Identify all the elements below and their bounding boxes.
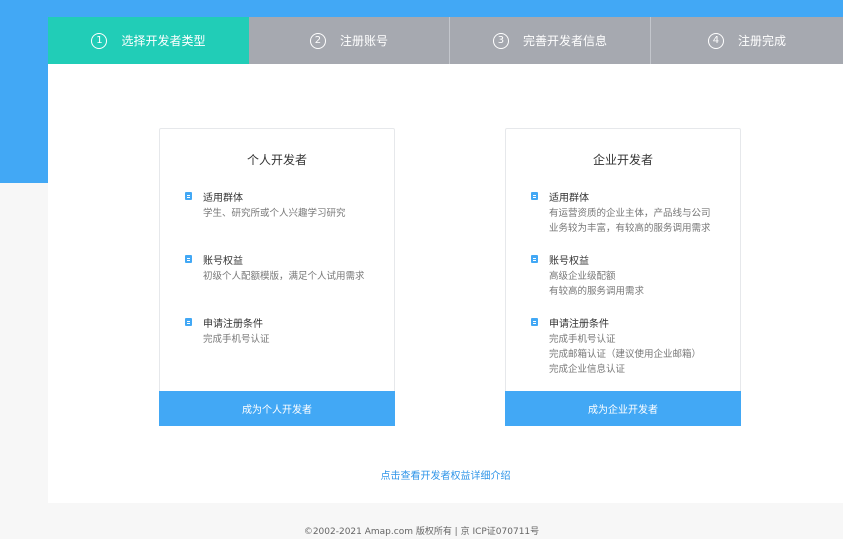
- document-icon: [531, 318, 538, 326]
- copyright-footer: ©2002-2021 Amap.com 版权所有 | 京 ICP证070711号: [303, 527, 540, 537]
- section-audience: 适用群体 学生、研究所或个人兴趣学习研究: [185, 189, 384, 221]
- document-icon: [185, 318, 192, 326]
- section-heading: 适用群体: [549, 192, 589, 204]
- section-heading: 适用群体: [203, 192, 243, 204]
- section-line: 初级个人配额模版，满足个人试用需求: [203, 271, 365, 282]
- section-line: 高级企业级配额: [549, 271, 616, 282]
- section-line: 学生、研究所或个人兴趣学习研究: [203, 208, 346, 219]
- step-label: 注册完成: [737, 34, 786, 48]
- section-benefits: 账号权益 初级个人配额模版，满足个人试用需求: [185, 252, 384, 284]
- top-banner: [0, 0, 843, 17]
- document-icon: [531, 192, 538, 200]
- step-3-complete-info: 3 完善开发者信息: [450, 17, 651, 64]
- section-benefits: 账号权益 高级企业级配额 有较高的服务调用需求: [531, 252, 730, 299]
- developer-benefits-detail-link[interactable]: 点击查看开发者权益详细介绍: [48, 467, 843, 482]
- document-icon: [185, 255, 192, 263]
- section-line: 完成手机号认证: [203, 334, 270, 345]
- step-label: 选择开发者类型: [121, 34, 206, 48]
- section-line: 完成邮箱认证（建议使用企业邮箱）: [549, 349, 702, 360]
- step-label: 完善开发者信息: [522, 34, 607, 48]
- step-1-select-type: 1 选择开发者类型: [48, 17, 249, 64]
- step-progress-bar: 1 选择开发者类型 2 注册账号 3 完善开发者信息 4 注册完成: [48, 17, 843, 64]
- section-line: 完成手机号认证: [549, 334, 616, 345]
- enterprise-developer-card: 企业开发者 适用群体 有运营资质的企业主体，产品线与公司 业务较为丰富，有较高的…: [505, 128, 741, 426]
- become-personal-developer-button[interactable]: 成为个人开发者: [159, 391, 395, 426]
- section-heading: 申请注册条件: [203, 318, 263, 330]
- document-icon: [185, 192, 192, 200]
- step-2-register-account: 2 注册账号: [249, 17, 450, 64]
- card-title: 个人开发者: [246, 153, 307, 167]
- personal-developer-card: 个人开发者 适用群体 学生、研究所或个人兴趣学习研究 账号权益 初级个人配额模版…: [159, 128, 395, 426]
- section-line: 业务较为丰富，有较高的服务调用需求: [549, 223, 711, 234]
- document-icon: [531, 255, 538, 263]
- section-requirements: 申请注册条件 完成手机号认证 完成邮箱认证（建议使用企业邮箱） 完成企业信息认证: [531, 315, 730, 377]
- step-number: 4: [707, 32, 724, 49]
- step-number: 2: [309, 32, 326, 49]
- step-number: 1: [91, 32, 108, 49]
- section-heading: 账号权益: [203, 255, 243, 267]
- become-enterprise-developer-button[interactable]: 成为企业开发者: [505, 391, 741, 426]
- section-audience: 适用群体 有运营资质的企业主体，产品线与公司 业务较为丰富，有较高的服务调用需求: [531, 189, 730, 236]
- left-banner: [0, 0, 48, 183]
- card-title: 企业开发者: [592, 153, 653, 167]
- section-line: 完成企业信息认证: [549, 364, 626, 375]
- section-line: 有较高的服务调用需求: [549, 286, 645, 297]
- step-number: 3: [492, 32, 509, 49]
- section-requirements: 申请注册条件 完成手机号认证: [185, 315, 384, 347]
- step-4-done: 4 注册完成: [651, 17, 843, 64]
- step-label: 注册账号: [339, 34, 388, 48]
- section-line: 有运营资质的企业主体，产品线与公司: [549, 208, 711, 219]
- section-heading: 账号权益: [549, 255, 589, 267]
- section-heading: 申请注册条件: [549, 318, 609, 330]
